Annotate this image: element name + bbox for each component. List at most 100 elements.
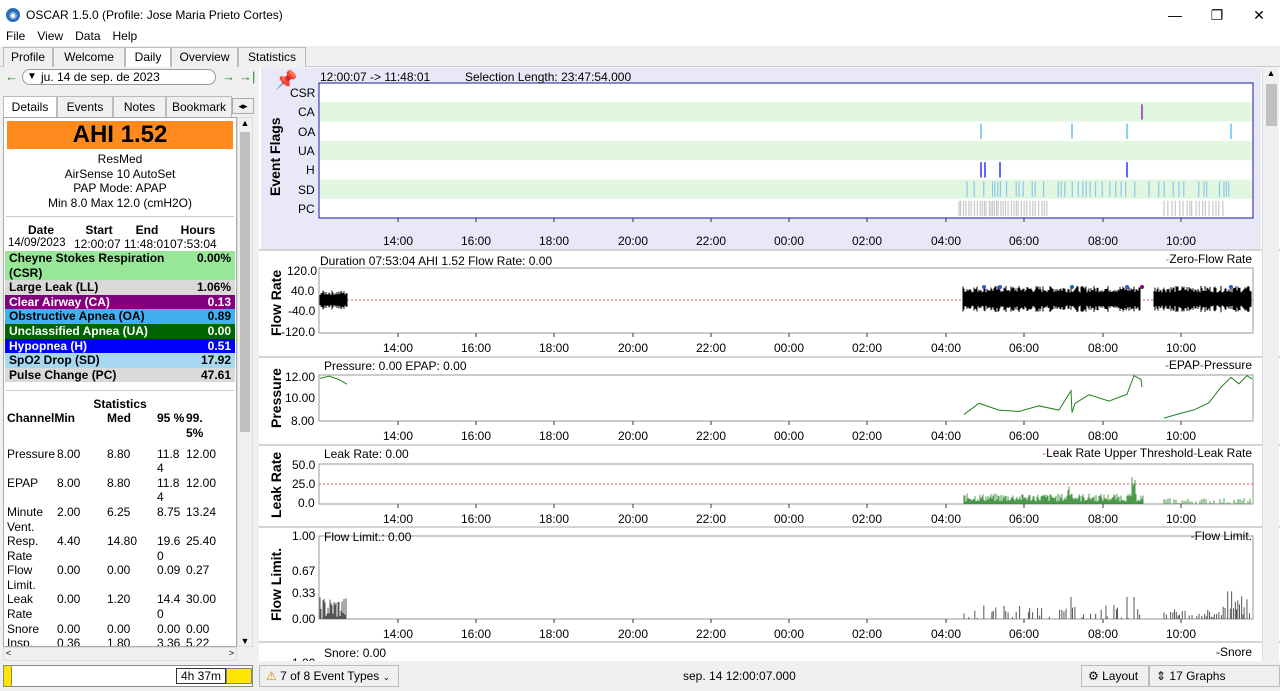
prev-day-icon[interactable]: ← — [5, 69, 18, 84]
window-title: OSCAR 1.5.0 (Profile: Jose Maria Prieto … — [26, 8, 283, 22]
stat-value: 14.40 — [157, 592, 181, 622]
snore-legend: -Snore — [1215, 645, 1252, 659]
x-tick-label: 22:00 — [696, 234, 727, 248]
stat-value: 0.27 — [186, 563, 210, 578]
tab-statistics[interactable]: Statistics — [238, 47, 306, 67]
x-tick-label: 02:00 — [852, 512, 883, 526]
flag-band — [320, 102, 1252, 122]
menu-help[interactable]: Help — [107, 28, 144, 46]
menu-view[interactable]: View — [31, 28, 69, 46]
event-index-row[interactable]: Large Leak (LL) 1.06% — [5, 280, 235, 295]
x-tick-label: 14:00 — [383, 341, 414, 355]
event-index-row[interactable]: Hypopnea (H) 0.51 — [5, 338, 235, 354]
event-index-row[interactable]: SpO2 Drop (SD) 17.92 — [5, 353, 235, 368]
flow-rate-legend: -Zero-Flow Rate — [1165, 252, 1252, 266]
x-tick-label: 20:00 — [618, 512, 649, 526]
flag-band — [320, 179, 1252, 199]
x-tick-label: 18:00 — [539, 512, 570, 526]
stat-channel: Minute Vent. — [7, 504, 44, 534]
stat-value: 25.40 — [186, 534, 217, 549]
stat-value: 19.60 — [157, 534, 181, 563]
tab-overview[interactable]: Overview — [171, 47, 238, 67]
graph-scroll-thumb[interactable] — [1266, 84, 1277, 126]
stat-value: 11.84 — [157, 475, 180, 505]
event-types-dropdown[interactable]: ⚠ 7 of 8 Event Types ⌄ — [259, 665, 399, 687]
leak-rate-info: Leak Rate: 0.00 — [324, 447, 409, 461]
scroll-thumb[interactable] — [240, 132, 250, 432]
x-tick-label: 22:00 — [696, 341, 727, 355]
pressure-range: Min 8.0 Max 12.0 (cmH2O) — [47, 195, 193, 210]
x-tick-label: 04:00 — [931, 512, 962, 526]
x-tick-label: 10:00 — [1166, 234, 1197, 248]
x-tick-label: 20:00 — [618, 429, 649, 443]
x-tick-label: 16:00 — [461, 341, 492, 355]
flag-row-label: SD — [298, 182, 315, 197]
stat-value: 1.80 — [107, 636, 131, 647]
event-index-row[interactable]: Pulse Change (PC) 47.61 — [5, 367, 235, 383]
close-icon[interactable]: ✕ — [1238, 0, 1280, 30]
x-tick-label: 20:00 — [618, 627, 649, 641]
menu-file[interactable]: File — [0, 28, 31, 46]
maximize-icon[interactable]: ❐ — [1196, 0, 1238, 30]
app-icon: ◉ — [6, 8, 20, 22]
gear-icon: ⚙ — [1088, 669, 1099, 683]
event-index-row[interactable]: Clear Airway (CA) 0.13 — [5, 294, 235, 310]
x-tick-label: 10:00 — [1166, 627, 1197, 641]
usage-bar: 4h 37m — [3, 665, 253, 687]
x-tick-label: 16:00 — [461, 627, 492, 641]
layout-button[interactable]: ⚙ Layout — [1081, 665, 1149, 687]
flow-limit-legend: -Flow Limit. — [1190, 529, 1252, 543]
x-tick-label: 02:00 — [852, 234, 883, 248]
x-tick-label: 08:00 — [1088, 627, 1119, 641]
tab-scroll-arrows[interactable]: ◂▸ — [232, 98, 254, 114]
stat-channel: Flow Limit. — [7, 563, 36, 592]
details-scrollbar[interactable]: ▲ ▼ — [237, 117, 253, 647]
pressure-plot — [318, 374, 1254, 422]
x-tick-label: 00:00 — [774, 512, 805, 526]
stat-value: 8.00 — [57, 475, 81, 490]
event-index-row[interactable]: Cheyne Stokes Respiration 0.00% (CSR) — [5, 251, 235, 281]
tab-bookmarks[interactable]: Bookmark — [166, 96, 232, 117]
x-tick-label: 02:00 — [852, 341, 883, 355]
event-index-row[interactable]: Obstructive Apnea (OA) 0.89 — [5, 309, 235, 324]
graph-scrollbar[interactable]: ▲ — [1262, 68, 1279, 661]
date-picker[interactable]: ▼ ju. 14 de sep. de 2023 — [22, 69, 216, 85]
stat-value: 12.00 — [186, 475, 217, 490]
main-tabs: Profile Welcome Daily Overview Statistic… — [0, 46, 1280, 67]
stat-value: 0.00 — [107, 621, 131, 636]
event-index-row[interactable]: Unclassified Apnea (UA) 0.00 — [5, 323, 235, 339]
x-tick-label: 00:00 — [774, 627, 805, 641]
tab-welcome[interactable]: Welcome — [53, 47, 125, 67]
tab-daily[interactable]: Daily — [125, 47, 171, 67]
x-tick-label: 06:00 — [1009, 627, 1040, 641]
next-day-icon[interactable]: → — [222, 69, 235, 84]
stat-value: 6.25 — [107, 504, 131, 519]
x-tick-label: 08:00 — [1088, 429, 1119, 443]
details-panel: AHI 1.52 ResMed AirSense 10 AutoSet PAP … — [3, 117, 237, 647]
time-range: 12:00:07 -> 11:48:01 — [320, 70, 431, 84]
chevron-down-icon: ⌄ — [382, 672, 391, 682]
details-hscrollbar[interactable]: < > — [3, 647, 237, 661]
x-tick-label: 18:00 — [539, 341, 570, 355]
usage-duration: 4h 37m — [176, 668, 226, 684]
stat-channel: Insp. — [7, 636, 34, 647]
stat-value: 0.36 — [57, 636, 81, 647]
x-tick-label: 14:00 — [383, 512, 414, 526]
leak-rate-ylabel: Leak Rate — [268, 451, 284, 518]
left-tabs: Details Events Notes Bookmark ◂▸ — [0, 96, 254, 117]
tab-events[interactable]: Events — [57, 96, 113, 117]
x-tick-label: 04:00 — [931, 627, 962, 641]
tab-notes[interactable]: Notes — [113, 96, 166, 117]
stat-value: 8.80 — [107, 475, 131, 490]
graphs-dropdown[interactable]: ⇕ 17 Graphs — [1149, 665, 1280, 687]
tab-details[interactable]: Details — [3, 96, 57, 117]
event-flags-ylabel: Event Flags — [267, 117, 283, 196]
menu-data[interactable]: Data — [69, 28, 106, 46]
x-tick-label: 14:00 — [383, 234, 414, 248]
x-tick-label: 06:00 — [1009, 429, 1040, 443]
menu-bar: File View Data Help — [0, 28, 1280, 46]
x-tick-label: 22:00 — [696, 512, 727, 526]
minimize-icon[interactable]: — — [1154, 0, 1196, 30]
tab-profile[interactable]: Profile — [3, 47, 53, 67]
last-day-icon[interactable]: →| — [239, 69, 255, 84]
